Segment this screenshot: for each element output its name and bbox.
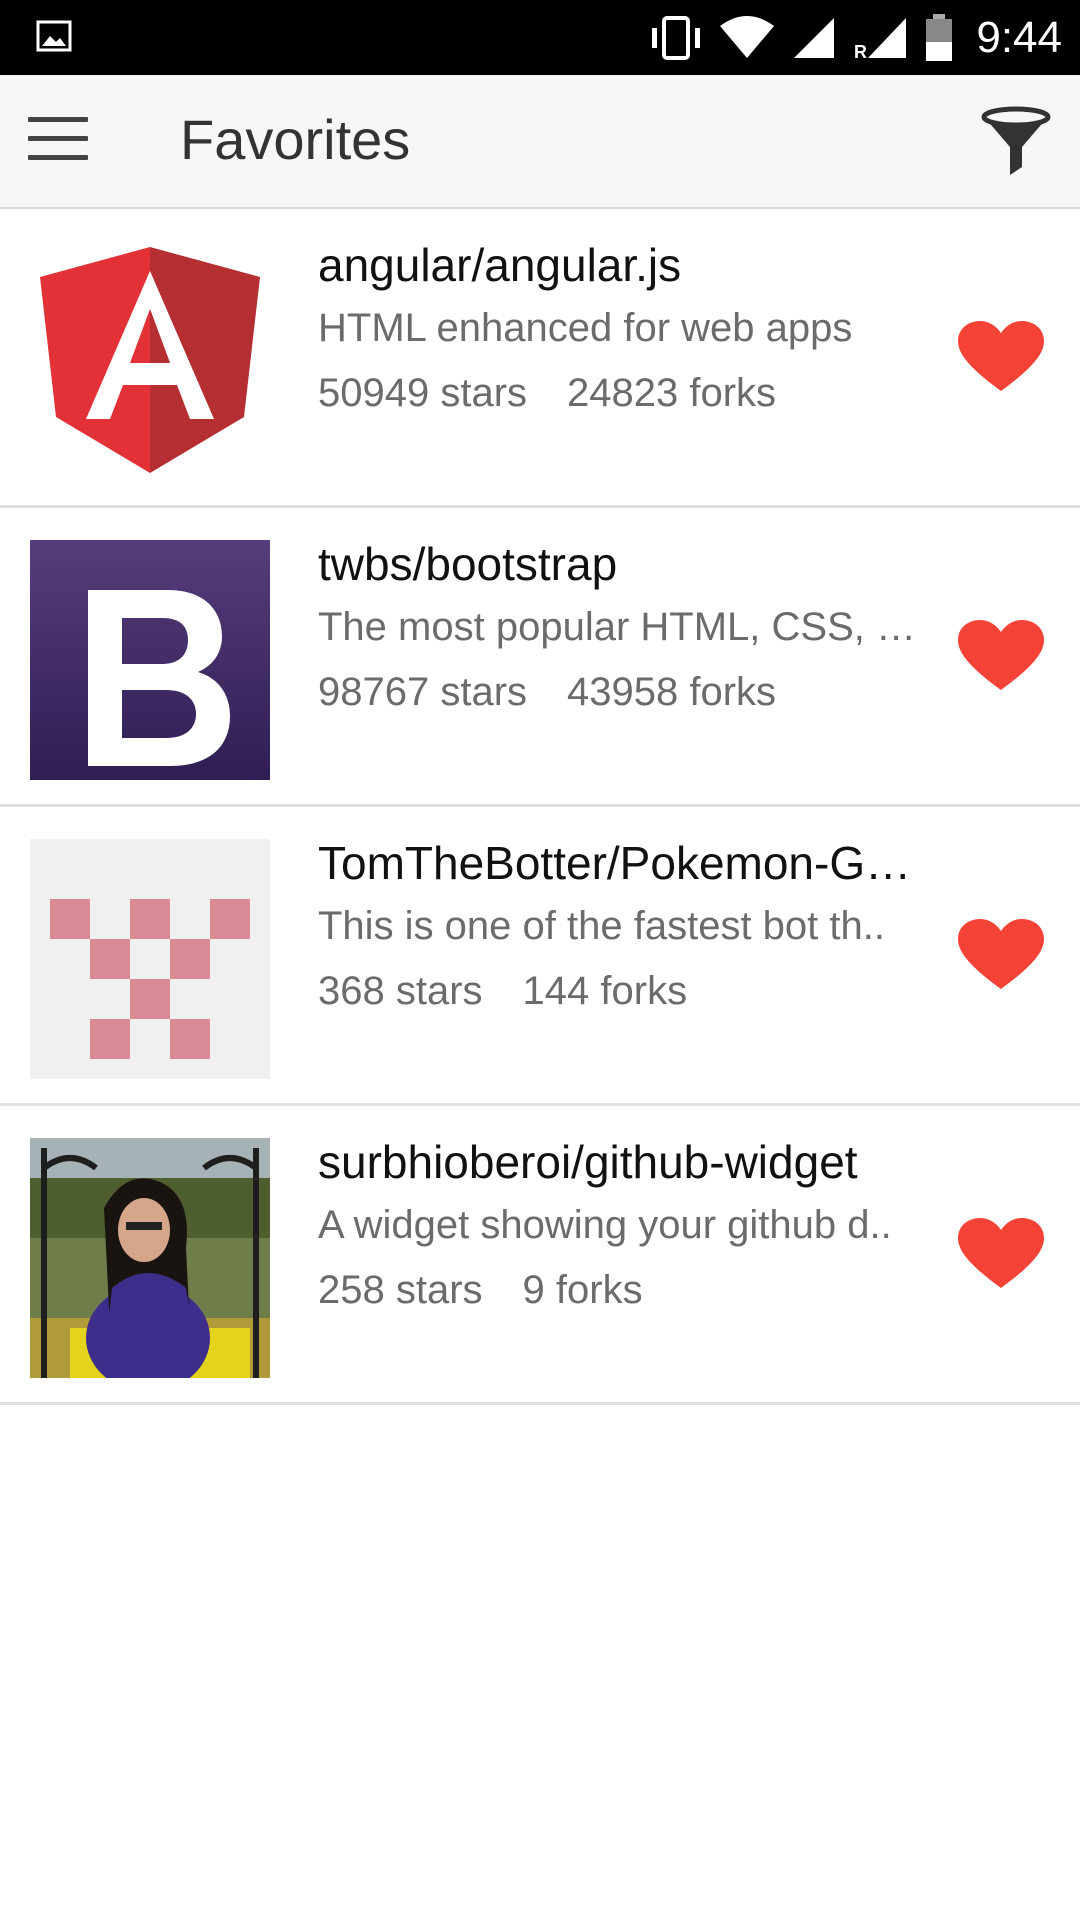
stars-count: 258 stars <box>318 1268 483 1312</box>
repo-description: The most popular HTML, CSS, … <box>318 605 916 649</box>
page-title: Favorites <box>180 108 411 171</box>
repo-name: twbs/bootstrap <box>318 538 618 590</box>
forks-count: 24823 forks <box>567 371 777 415</box>
status-time: 9:44 <box>976 12 1062 62</box>
wifi-icon <box>720 15 775 58</box>
repo-description: A widget showing your github d.. <box>318 1203 892 1247</box>
repo-stats: 368 stars 144 forks <box>318 961 928 1021</box>
list-item[interactable]: TomTheBotter/Pokemon-G… This is one of t… <box>0 807 1080 1106</box>
favorite-heart-icon[interactable] <box>958 1218 1044 1290</box>
repo-stats: 258 stars 9 forks <box>318 1260 928 1320</box>
app-bar: Favorites <box>0 75 1080 209</box>
favorites-list: angular/angular.js HTML enhanced for web… <box>0 209 1080 1405</box>
vibrate-icon <box>652 15 701 60</box>
repo-description: This is one of the fastest bot th.. <box>318 904 885 948</box>
hamburger-menu-icon[interactable] <box>28 117 92 165</box>
favorite-heart-icon[interactable] <box>958 620 1044 692</box>
repo-stats: 50949 stars 24823 forks <box>318 363 928 423</box>
identicon <box>30 839 270 1079</box>
bootstrap-logo <box>30 540 270 780</box>
list-item[interactable]: twbs/bootstrap The most popular HTML, CS… <box>0 508 1080 807</box>
repo-description: HTML enhanced for web apps <box>318 306 853 350</box>
signal-icon <box>794 17 835 58</box>
forks-count: 144 forks <box>522 969 688 1013</box>
repo-name: surbhioberoi/github-widget <box>318 1136 858 1188</box>
list-item[interactable]: surbhioberoi/github-widget A widget show… <box>0 1106 1080 1405</box>
stars-count: 50949 stars <box>318 371 528 415</box>
status-bar: R 9:44 <box>0 0 1080 75</box>
favorite-heart-icon[interactable] <box>958 919 1044 991</box>
repo-stats: 98767 stars 43958 forks <box>318 662 928 722</box>
forks-count: 9 forks <box>522 1268 643 1312</box>
image-notification-icon <box>36 20 72 52</box>
list-item[interactable]: angular/angular.js HTML enhanced for web… <box>0 209 1080 508</box>
status-icons: R 9:44 <box>648 0 1062 75</box>
battery-icon <box>926 13 953 61</box>
svg-text:R: R <box>854 42 867 60</box>
stars-count: 368 stars <box>318 969 483 1013</box>
roaming-signal-icon: R <box>854 17 907 60</box>
angular-logo <box>40 247 260 473</box>
repo-name: angular/angular.js <box>318 239 682 291</box>
repo-name: TomTheBotter/Pokemon-G… <box>318 837 912 889</box>
forks-count: 43958 forks <box>567 670 777 714</box>
favorite-heart-icon[interactable] <box>958 321 1044 393</box>
filter-funnel-icon[interactable] <box>978 103 1054 179</box>
user-photo <box>30 1138 270 1378</box>
stars-count: 98767 stars <box>318 670 528 714</box>
